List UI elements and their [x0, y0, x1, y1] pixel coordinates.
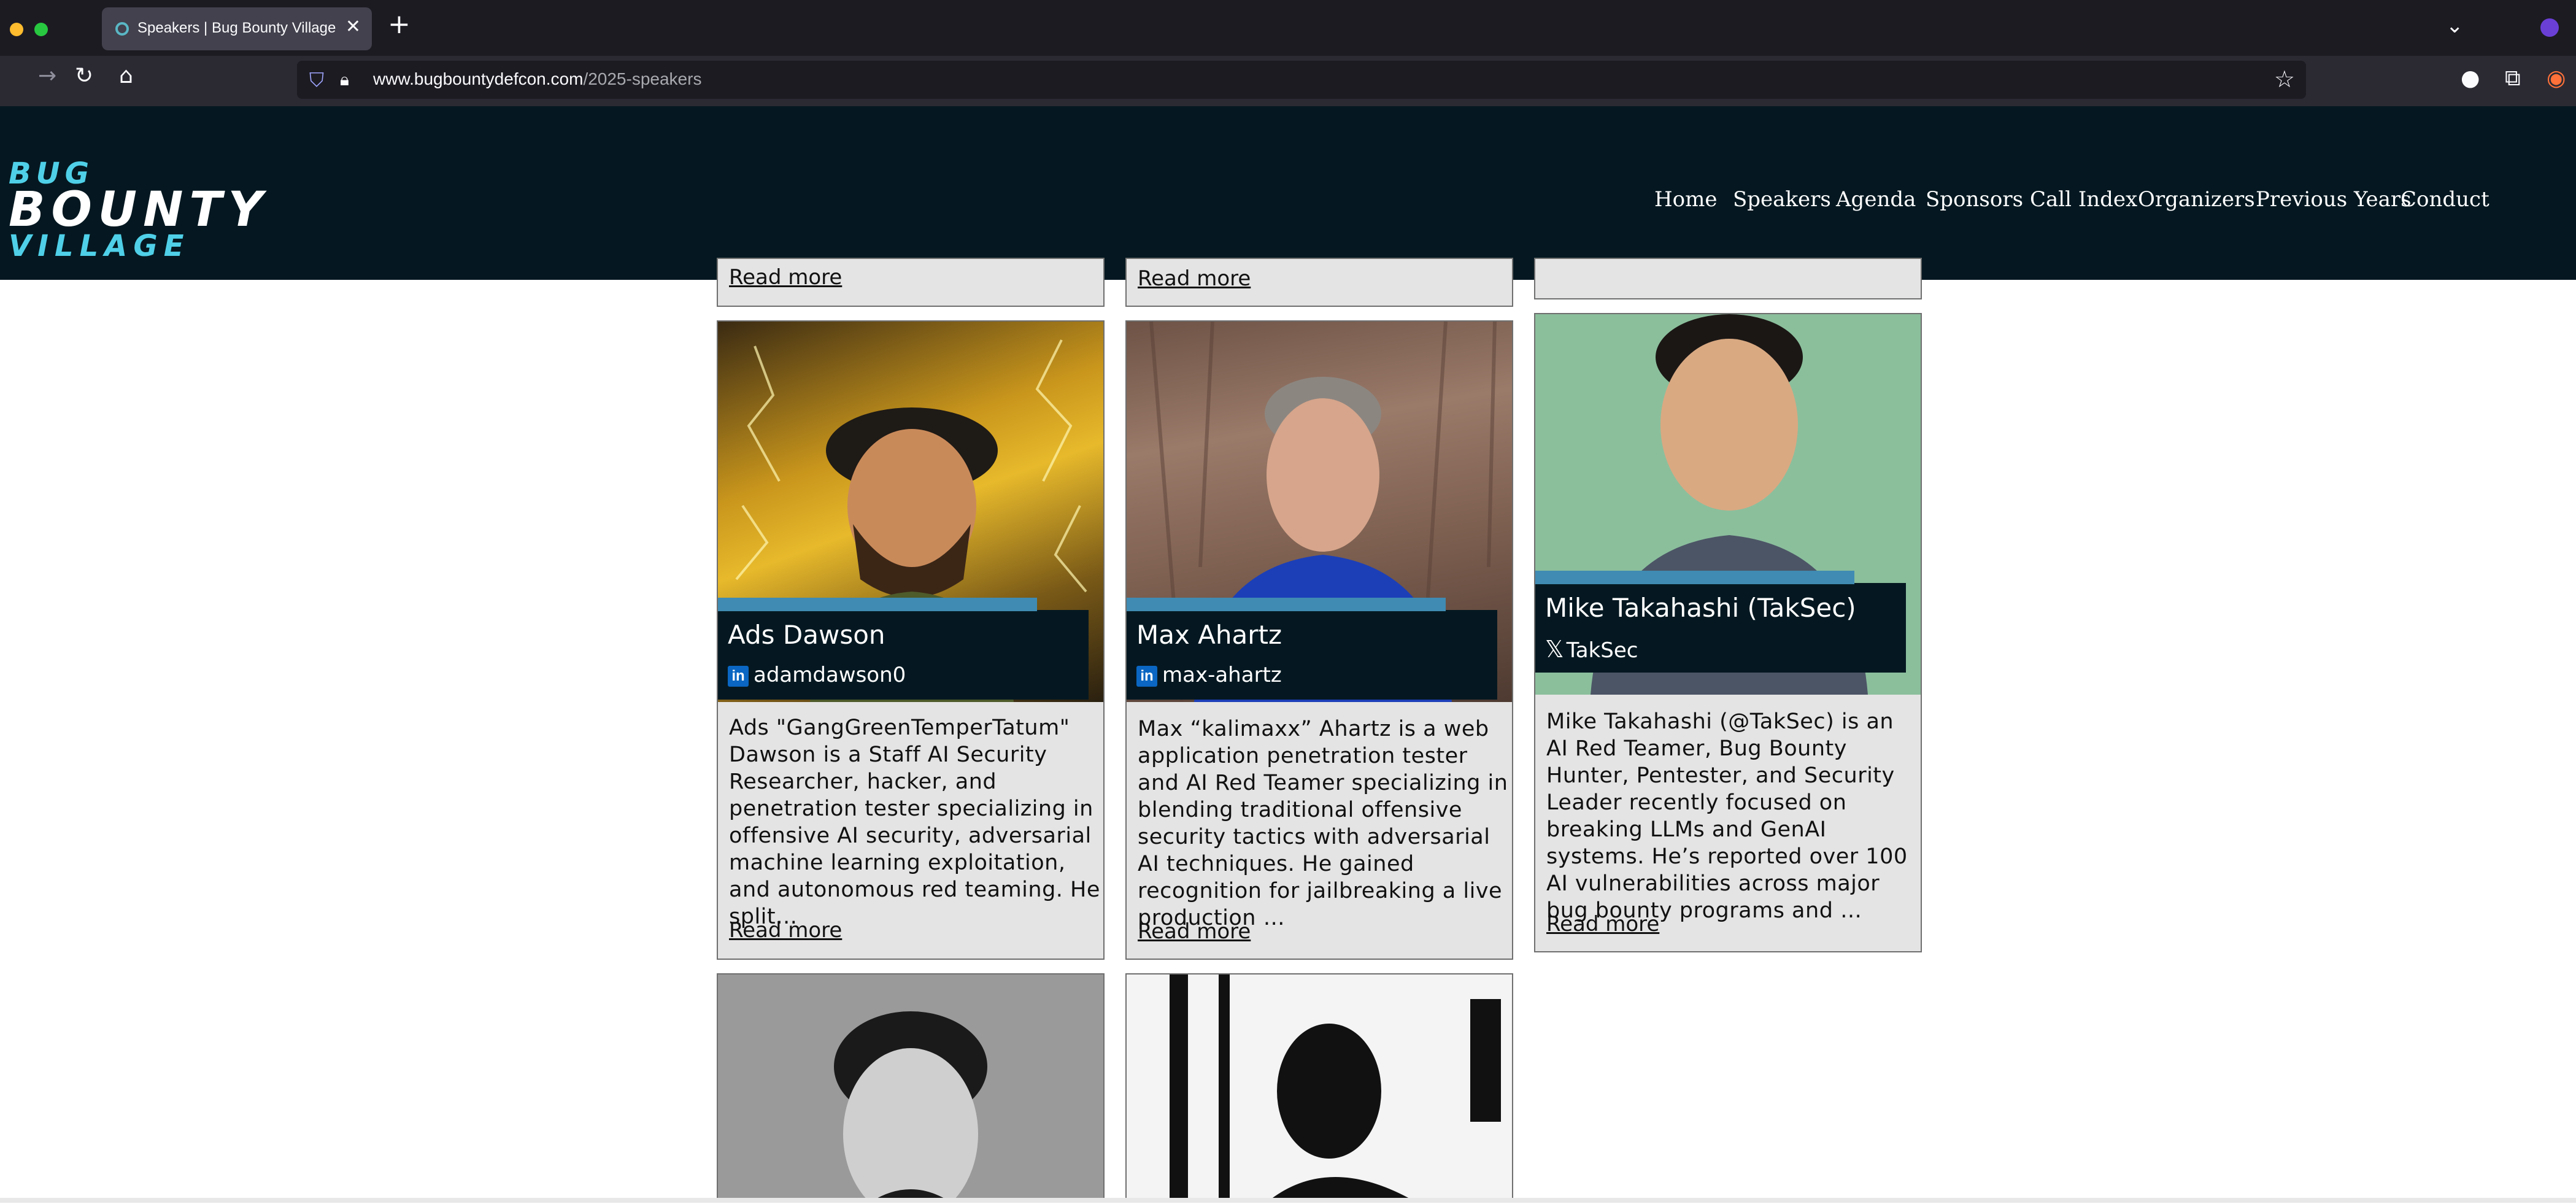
nameplate-accent-bar — [718, 598, 1037, 611]
x-twitter-icon: 𝕏 — [1545, 636, 1564, 663]
social-handle: adamdawson0 — [754, 663, 906, 687]
extensions-puzzle-icon[interactable]: ⧉ — [2505, 66, 2521, 91]
speaker-name: Max Ahartz — [1136, 620, 1282, 650]
nameplate-accent-bar — [1127, 598, 1446, 611]
site-header: BUG BOUNTY VILLAGE Home Speakers Agenda … — [0, 106, 2576, 280]
horizontal-scrollbar[interactable] — [0, 1198, 2576, 1203]
speaker-nameplate: Max Ahartz in max-ahartz — [1127, 598, 1497, 700]
tracking-protection-shield-icon[interactable]: ⛉ — [309, 68, 324, 92]
nameplate-accent-bar — [1535, 571, 1854, 584]
speaker-name: Mike Takahashi (TakSec) — [1545, 593, 1856, 623]
minimize-window-button[interactable] — [10, 23, 23, 36]
account-icon[interactable]: ● — [2461, 66, 2480, 91]
address-bar[interactable]: ⛉ 🔒︎ www.bugbountydefcon.com/2025-speake… — [297, 61, 2306, 99]
nav-conduct[interactable]: Conduct — [2401, 187, 2489, 212]
speaker-bio: Ads "GangGreenTemperTatum" Dawson is a S… — [729, 716, 1100, 929]
url-text[interactable]: www.bugbountydefcon.com/2025-speakers — [373, 69, 701, 89]
bug-bounty-village-logo[interactable]: BUG BOUNTY VILLAGE — [9, 159, 269, 261]
speaker-card-next-2 — [1125, 973, 1513, 1203]
logo-line-2: BOUNTY — [9, 182, 269, 237]
speaker-card: Mike Takahashi (TakSec) 𝕏 TakSec Mike Tak… — [1534, 313, 1922, 952]
speaker-name: Ads Dawson — [728, 620, 885, 650]
read-more-link[interactable]: Read more — [1546, 912, 1659, 936]
speaker-card-prev-3 — [1534, 258, 1922, 299]
bookmark-star-icon[interactable]: ☆ — [2274, 66, 2295, 93]
browser-toolbar: → ↻ ⌂ ⛉ 🔒︎ www.bugbountydefcon.com/2025-… — [0, 56, 2576, 106]
nav-agenda[interactable]: Agenda — [1836, 187, 1916, 212]
social-handle: max-ahartz — [1162, 663, 1282, 687]
nav-organizers[interactable]: Organizers — [2138, 187, 2255, 212]
social-link[interactable]: 𝕏 TakSec — [1545, 636, 1638, 663]
reload-icon[interactable]: ↻ — [75, 63, 93, 88]
linkedin-icon: in — [1136, 665, 1157, 687]
speaker-portrait-photo — [834, 1011, 987, 1204]
tab-title: Speakers | Bug Bounty Village — [137, 20, 336, 36]
read-more-link[interactable]: Read more — [1138, 919, 1251, 944]
nav-speakers[interactable]: Speakers — [1733, 187, 1831, 212]
home-icon[interactable]: ⌂ — [119, 63, 133, 88]
speaker-card-next-1 — [717, 973, 1105, 1204]
social-link[interactable]: in adamdawson0 — [728, 663, 906, 687]
read-more-link[interactable]: Read more — [729, 918, 842, 943]
speaker-nameplate: Ads Dawson in adamdawson0 — [718, 598, 1089, 700]
linkedin-icon: in — [728, 665, 749, 687]
nav-home[interactable]: Home — [1654, 187, 1717, 212]
speaker-card: Max Ahartz in max-ahartz Max “kalimaxx” A… — [1125, 320, 1513, 960]
new-tab-button[interactable]: + — [388, 11, 411, 38]
speaker-card-prev-2: Read more — [1125, 258, 1513, 307]
nav-sponsors[interactable]: Sponsors — [1926, 187, 2023, 212]
social-handle: TakSec — [1566, 638, 1638, 663]
browser-tab-active[interactable]: Speakers | Bug Bounty Village ✕ — [102, 7, 372, 50]
firefox-icon[interactable]: ◉ — [2547, 66, 2566, 91]
nav-call-index[interactable]: Call Index — [2030, 187, 2137, 212]
list-all-tabs-chevron-icon[interactable]: ⌄ — [2446, 14, 2464, 38]
speaker-nameplate: Mike Takahashi (TakSec) 𝕏 TakSec — [1535, 571, 1906, 673]
lock-icon[interactable]: 🔒︎ — [340, 69, 349, 90]
browser-tab-bar: Speakers | Bug Bounty Village ✕ + ⌄ — [0, 0, 2576, 56]
social-link[interactable]: in max-ahartz — [1136, 663, 1282, 687]
close-tab-icon[interactable]: ✕ — [345, 16, 361, 37]
site-favicon-icon — [115, 22, 129, 36]
speaker-bio: Max “kalimaxx” Ahartz is a web applicati… — [1138, 717, 1508, 930]
speaker-portrait-photo — [1170, 974, 1501, 1202]
speaker-card-prev-1: Read more — [717, 258, 1105, 307]
read-more-link[interactable]: Read more — [1138, 266, 1251, 291]
maximize-window-button[interactable] — [34, 23, 48, 36]
speaker-card: Ads Dawson in adamdawson0 Ads "GangGreenT… — [717, 320, 1105, 960]
nav-previous-years[interactable]: Previous Years — [2256, 187, 2412, 212]
forward-icon[interactable]: → — [38, 63, 56, 88]
read-more-link[interactable]: Read more — [729, 265, 842, 290]
speaker-bio: Mike Takahashi (@TakSec) is an AI Red Te… — [1546, 709, 1908, 923]
extension-icon[interactable] — [2540, 18, 2559, 37]
